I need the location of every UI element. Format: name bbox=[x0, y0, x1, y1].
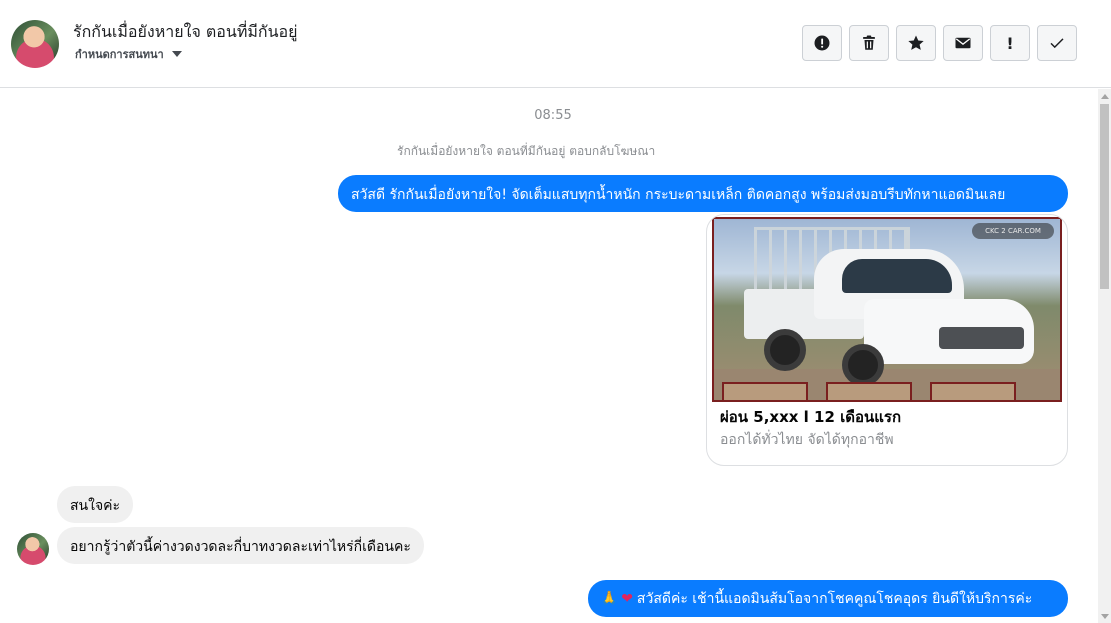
incoming-message[interactable]: สนใจค่ะ bbox=[57, 486, 134, 523]
scrollbar-thumb[interactable] bbox=[1100, 104, 1109, 289]
pray-emoji-icon: 🙏 bbox=[601, 591, 618, 606]
conversation-settings-dropdown[interactable]: กำหนดการสนทนา bbox=[75, 45, 182, 63]
scroll-down-arrow[interactable] bbox=[1098, 609, 1111, 623]
conversation-header: รักกันเมื่อยังหายใจ ตอนที่มีกันอยู่ กำหน… bbox=[0, 0, 1111, 88]
ad-card-subtitle: ออกได้ทั่วไทย จัดได้ทุกอาชีพ bbox=[720, 432, 894, 448]
check-icon bbox=[1050, 38, 1064, 49]
delete-button[interactable] bbox=[849, 25, 889, 61]
alert-circle-icon bbox=[814, 35, 830, 51]
star-icon bbox=[908, 35, 924, 50]
contact-avatar[interactable] bbox=[11, 20, 59, 68]
heart-emoji-icon: ❤ bbox=[621, 590, 633, 607]
contact-avatar-small bbox=[17, 533, 49, 565]
exclamation-label: ! bbox=[1006, 33, 1014, 53]
caret-down-icon bbox=[171, 51, 182, 57]
outgoing-message[interactable]: สวัสดี รักกันเมื่อยังหายใจ! จัดเต็มแสบทุ… bbox=[338, 175, 1068, 212]
report-button[interactable] bbox=[802, 25, 842, 61]
message-thread[interactable]: 08:55 รักกันเมื่อยังหายใจ ตอนที่มีกันอยู… bbox=[0, 89, 1098, 623]
outgoing-message-text: สวัสดีค่ะ เช้านี้แอดมินส้มโอจากโชคคูณโชค… bbox=[636, 590, 1033, 607]
trash-icon bbox=[863, 35, 875, 50]
flag-important-button[interactable]: ! bbox=[990, 25, 1030, 61]
star-button[interactable] bbox=[896, 25, 936, 61]
watermark-text: CKC 2 CAR.COM bbox=[972, 223, 1054, 239]
scroll-up-arrow[interactable] bbox=[1098, 89, 1111, 103]
ad-card[interactable]: CKC 2 CAR.COM ผ่อน 5,xxx l 12 เดือนแรก อ… bbox=[706, 214, 1068, 466]
conversation-settings-label: กำหนดการสนทนา bbox=[75, 48, 164, 61]
outgoing-message[interactable]: 🙏 ❤ สวัสดีค่ะ เช้านี้แอดมินส้มโอจากโชคคู… bbox=[588, 580, 1068, 617]
contact-name: รักกันเมื่อยังหายใจ ตอนที่มีกันอยู่ bbox=[73, 22, 298, 41]
ad-reply-notice: รักกันเมื่อยังหายใจ ตอนที่มีกันอยู่ ตอบก… bbox=[397, 144, 656, 158]
pickup-truck-image: CKC 2 CAR.COM bbox=[712, 217, 1062, 402]
header-actions: ! bbox=[802, 25, 1077, 61]
message-timestamp: 08:55 bbox=[534, 108, 572, 123]
ad-card-title: ผ่อน 5,xxx l 12 เดือนแรก bbox=[720, 408, 902, 426]
incoming-message[interactable]: อยากรู้ว่าตัวนี้ค่างวดงวดละกี่บาทงวดละเท… bbox=[57, 527, 424, 564]
mark-unread-button[interactable] bbox=[943, 25, 983, 61]
mark-done-button[interactable] bbox=[1037, 25, 1077, 61]
envelope-icon bbox=[955, 37, 971, 49]
thread-scrollbar[interactable] bbox=[1098, 89, 1111, 623]
